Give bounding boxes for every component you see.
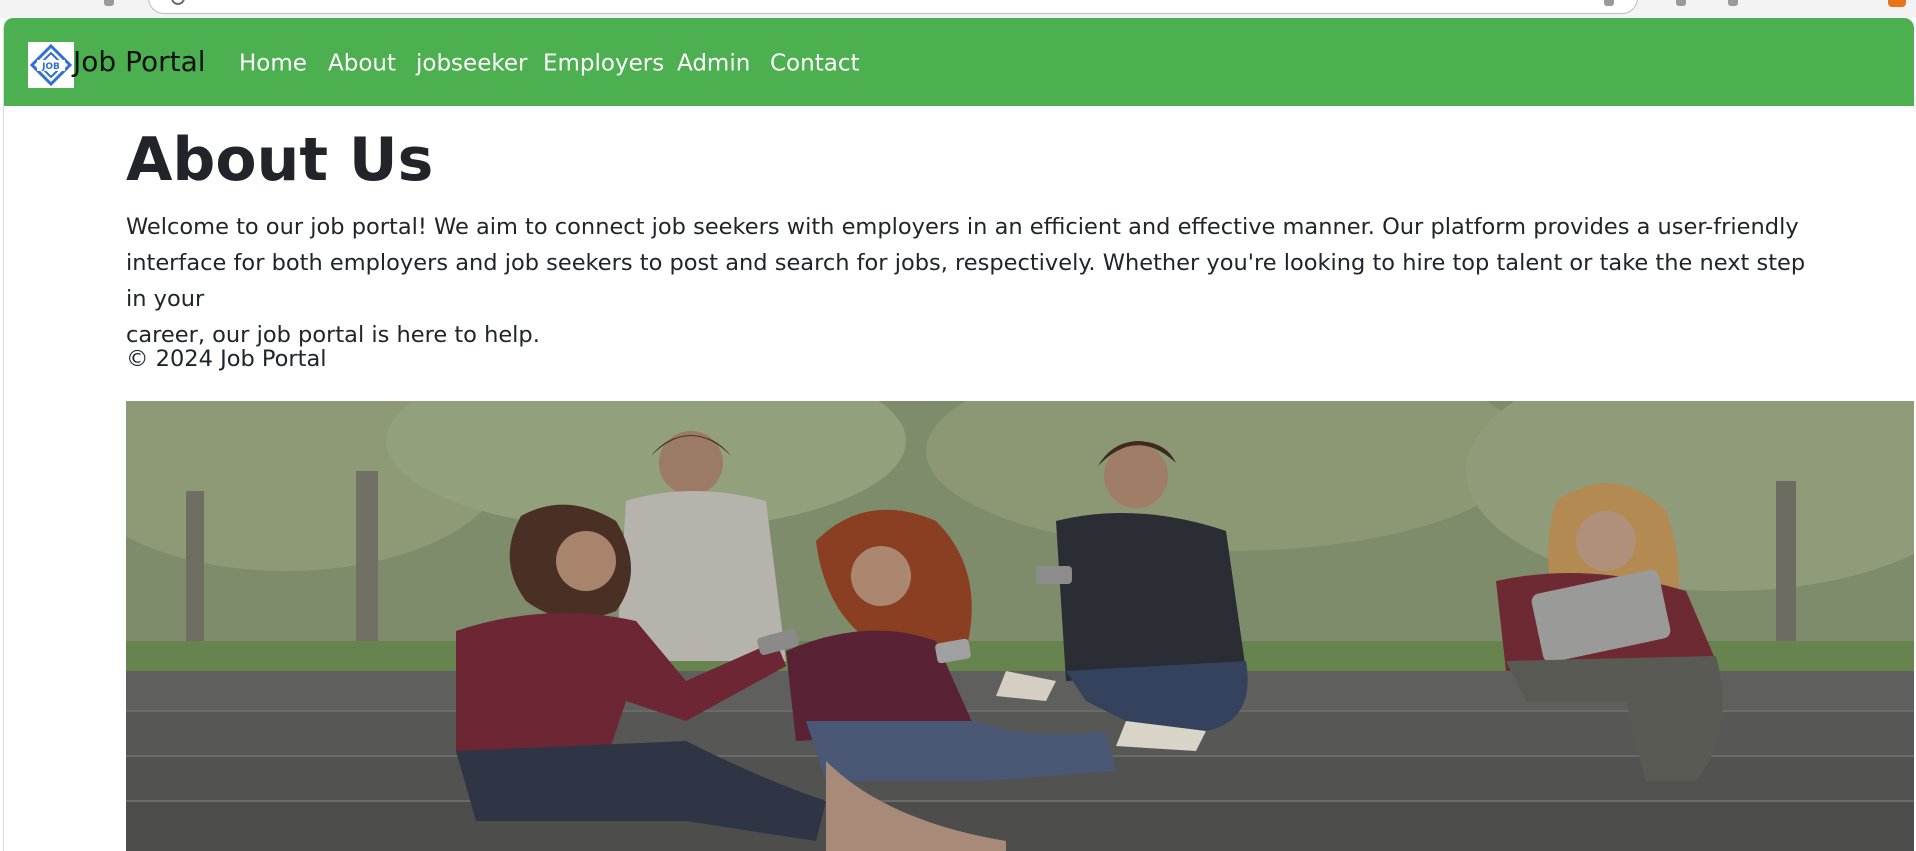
navbar: JOB Job Portal Home About jobseeker Empl… <box>4 18 1914 106</box>
extensions-icon[interactable] <box>1728 0 1738 6</box>
page: JOB Job Portal Home About jobseeker Empl… <box>3 18 1914 851</box>
copyright-text: © 2024 Job Portal <box>126 346 327 372</box>
address-bar[interactable] <box>148 0 1638 14</box>
reload-icon[interactable] <box>104 0 114 6</box>
logo-text: JOB <box>41 62 60 72</box>
nav-about[interactable]: About <box>328 52 396 76</box>
nav-employers[interactable]: Employers <box>543 52 664 76</box>
nav-admin[interactable]: Admin <box>677 52 750 76</box>
nav-contact[interactable]: Contact <box>770 52 859 76</box>
browser-chrome <box>0 0 1916 18</box>
intro-paragraph: Welcome to our job portal! We aim to con… <box>126 209 1806 353</box>
diamond-logo-icon: JOB <box>29 43 73 87</box>
hero-photo-illustration <box>126 401 1914 851</box>
page-title: About Us <box>126 125 434 195</box>
profile-icon[interactable] <box>1676 0 1686 6</box>
brand-name[interactable]: Job Portal <box>73 48 206 76</box>
extension-badge-icon[interactable] <box>1888 0 1906 7</box>
hero-image <box>126 401 1914 851</box>
brand-logo[interactable]: JOB <box>28 42 74 88</box>
bookmark-icon[interactable] <box>1604 0 1614 6</box>
intro-line-2: interface for both employers and job see… <box>126 250 1806 312</box>
intro-line-1: Welcome to our job portal! We aim to con… <box>126 214 1799 240</box>
site-info-icon[interactable] <box>171 0 185 5</box>
nav-jobseeker[interactable]: jobseeker <box>416 52 527 76</box>
nav-home[interactable]: Home <box>239 52 307 76</box>
